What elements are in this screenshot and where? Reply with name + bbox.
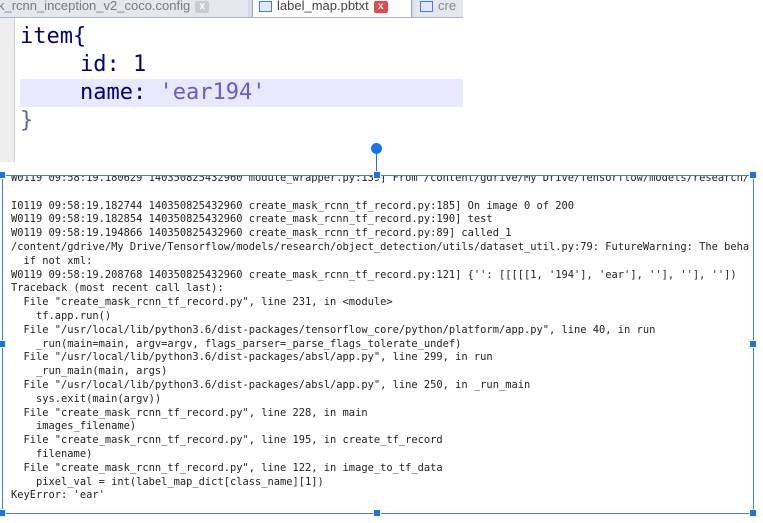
console-line: W0119 09:58:19.208768 140350825432960 cr…	[11, 268, 737, 281]
resize-handle-bottom-left[interactable]	[0, 509, 6, 517]
string-value: 'ear194'	[159, 80, 266, 105]
console-line: File "create_mask_rcnn_tf_record.py", li…	[11, 296, 393, 309]
console-line: File "/usr/local/lib/python3.6/dist-pack…	[11, 323, 656, 336]
resize-handle-left[interactable]	[0, 340, 6, 348]
line-margin	[0, 18, 15, 162]
tab-label: cre	[438, 0, 457, 13]
resize-handle-top[interactable]	[373, 171, 381, 179]
code-line: id: 1	[20, 51, 146, 79]
tab-create-file[interactable]: cre	[414, 0, 463, 17]
console-line: File "create_mask_rcnn_tf_record.py", li…	[11, 406, 368, 419]
code-line: item{	[20, 24, 87, 49]
close-icon[interactable]: x	[373, 0, 388, 13]
console-line: Traceback (most recent call last):	[11, 282, 224, 295]
console-line: pixel_val = int(label_map_dict[class_nam…	[11, 475, 324, 488]
console-line: /content/gdrive/My Drive/Tensorflow/mode…	[11, 240, 750, 253]
console-line: KeyError: 'ear'	[11, 489, 105, 502]
tab-label: label_map.pbtxt	[277, 0, 369, 13]
console-line: W0119 09:58:19.194866 140350825432960 cr…	[11, 227, 512, 240]
console-text: W0119 09:58:19.180629 140350825432960 mo…	[11, 175, 753, 503]
console-line: images_filename)	[11, 420, 137, 433]
console-line: tf.app.run()	[11, 309, 112, 322]
console-line: File "/usr/local/lib/python3.6/dist-pack…	[11, 378, 531, 391]
console-line: W0119 09:58:19.182854 140350825432960 cr…	[11, 213, 493, 226]
code-text: id: 1	[80, 52, 147, 77]
code-editor: k_rcnn_inception_v2_coco.config x label_…	[0, 0, 463, 162]
close-icon[interactable]: x	[195, 0, 210, 13]
resize-handle-bottom-right[interactable]	[749, 509, 757, 517]
console-line: _run_main(main, args)	[11, 365, 168, 378]
console-line: File "/usr/local/lib/python3.6/dist-pack…	[11, 351, 493, 364]
file-icon	[420, 1, 433, 12]
console-output[interactable]: W0119 09:58:19.180629 140350825432960 mo…	[2, 175, 754, 514]
console-line: filename)	[11, 447, 93, 460]
code-line: }	[20, 108, 34, 133]
console-line: _run(main=main, argv=argv, flags_parser=…	[11, 337, 462, 350]
console-line: I0119 09:58:19.182744 140350825432960 cr…	[11, 199, 575, 212]
console-line: W0119 09:58:19.180629 140350825432960 mo…	[11, 175, 750, 184]
tab-config-file[interactable]: k_rcnn_inception_v2_coco.config x	[0, 0, 248, 17]
resize-handle-right[interactable]	[749, 340, 757, 348]
resize-handle-top-left[interactable]	[0, 171, 6, 179]
tab-label: k_rcnn_inception_v2_coco.config	[0, 0, 191, 13]
code-string: 'ear194'	[159, 80, 265, 105]
code-text: name:	[80, 80, 160, 105]
code-area[interactable]: item{ id: 1 name: 'ear194' }	[0, 18, 463, 162]
console-line: sys.exit(main(argv))	[11, 392, 162, 405]
tab-bar: k_rcnn_inception_v2_coco.config x label_…	[0, 0, 463, 18]
console-line: File "create_mask_rcnn_tf_record.py", li…	[11, 461, 443, 474]
rotate-handle[interactable]	[371, 143, 382, 154]
tab-label-map[interactable]: label_map.pbtxt x	[252, 0, 412, 17]
code-line-current: name: 'ear194'	[20, 79, 463, 107]
resize-handle-top-right[interactable]	[749, 171, 757, 179]
console-line: File "create_mask_rcnn_tf_record.py", li…	[11, 434, 443, 447]
resize-handle-bottom[interactable]	[373, 509, 381, 517]
file-icon	[259, 1, 272, 12]
console-line: if not xml:	[11, 254, 93, 267]
